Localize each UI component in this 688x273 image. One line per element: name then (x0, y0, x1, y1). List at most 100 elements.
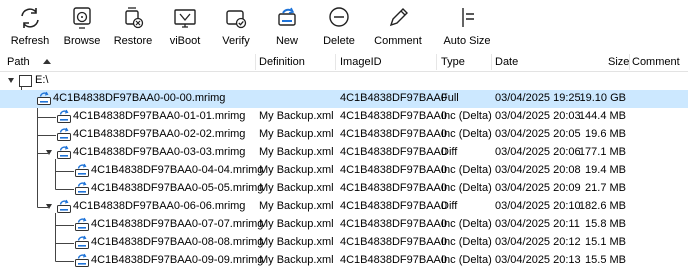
type-cell: Inc (Delta) (441, 164, 492, 176)
table-row[interactable]: 4C1B4838DF97BAA0-07-07.mrimg My Backup.xm… (0, 216, 688, 234)
image-file-icon (57, 199, 71, 213)
definition-cell: My Backup.xml (259, 236, 334, 248)
definition-cell: My Backup.xml (259, 200, 334, 212)
column-divider[interactable] (255, 54, 256, 70)
new-button[interactable]: New (267, 0, 307, 52)
browse-label: Browse (63, 35, 101, 47)
table-row[interactable]: 4C1B4838DF97BAA0-02-02.mrimg My Backup.xm… (0, 126, 688, 144)
table-row[interactable]: 4C1B4838DF97BAA0-05-05.mrimg My Backup.xm… (0, 180, 688, 198)
image-file-icon (75, 181, 89, 195)
imageid-cell: 4C1B4838DF97BAA0 (340, 146, 448, 158)
column-comment[interactable]: Comment (632, 56, 680, 68)
auto-size-label: Auto Size (443, 35, 491, 47)
column-definition[interactable]: Definition (259, 56, 305, 68)
table-row[interactable]: 4C1B4838DF97BAA0-01-01.mrimg My Backup.xm… (0, 108, 688, 126)
type-cell: Inc (Delta) (441, 182, 492, 194)
type-cell: Inc (Delta) (441, 110, 492, 122)
size-cell: 15.5 MB (585, 254, 626, 266)
expand-arrow-icon[interactable] (46, 150, 52, 155)
refresh-label: Refresh (10, 35, 50, 47)
image-file-icon (75, 253, 89, 267)
tree-row-root[interactable]: E:\ (0, 72, 688, 90)
file-name: 4C1B4838DF97BAA0-04-04.mrimg (91, 164, 264, 176)
size-cell: 21.7 MB (585, 182, 626, 194)
verify-icon (226, 10, 247, 29)
sort-ascending-icon (43, 59, 51, 64)
type-cell: Inc (Delta) (441, 128, 492, 140)
image-file-icon (37, 91, 51, 105)
file-name: 4C1B4838DF97BAA0-02-02.mrimg (73, 128, 246, 140)
delete-minus-icon (329, 7, 349, 27)
definition-cell: My Backup.xml (259, 254, 334, 266)
size-cell: 177.1 MB (578, 146, 626, 158)
table-row[interactable]: 4C1B4838DF97BAA0-08-08.mrimg My Backup.xm… (0, 234, 688, 252)
definition-cell: My Backup.xml (259, 218, 334, 230)
imageid-cell: 4C1B4838DF97BAA0 (340, 110, 448, 122)
imageid-cell: 4C1B4838DF97BAA0 (340, 254, 448, 266)
comment-button[interactable]: Comment (374, 0, 422, 52)
column-size[interactable]: Size (608, 56, 629, 68)
type-cell: Inc (Delta) (441, 254, 492, 266)
table-row[interactable]: 4C1B4838DF97BAA0-00-00.mrimg 4C1B4838DF97… (0, 90, 688, 108)
type-cell: Inc (Delta) (441, 218, 492, 230)
viboot-button[interactable]: viBoot (165, 0, 205, 52)
size-cell: 19.10 GB (579, 92, 626, 104)
restore-icon (125, 7, 144, 29)
refresh-button[interactable]: Refresh (10, 0, 50, 52)
column-divider[interactable] (491, 54, 492, 70)
image-file-icon (57, 145, 71, 159)
verify-button[interactable]: Verify (216, 0, 256, 52)
size-cell: 15.1 MB (585, 236, 626, 248)
restore-button[interactable]: Restore (112, 0, 154, 52)
column-date[interactable]: Date (495, 56, 518, 68)
column-divider[interactable] (436, 54, 437, 70)
drive-label: E:\ (35, 74, 49, 86)
size-cell: 182.6 MB (578, 200, 626, 212)
definition-cell: My Backup.xml (259, 128, 334, 140)
imageid-cell: 4C1B4838DF97BAA0 (340, 92, 448, 104)
image-file-icon (75, 235, 89, 249)
new-backup-icon (278, 7, 296, 26)
viboot-label: viBoot (169, 35, 201, 47)
type-cell: Diff (441, 200, 458, 212)
expand-arrow-icon[interactable] (46, 204, 52, 209)
size-cell: 15.8 MB (585, 218, 626, 230)
table-row[interactable]: 4C1B4838DF97BAA0-03-03.mrimg My Backup.xm… (0, 144, 688, 162)
definition-cell: My Backup.xml (259, 164, 334, 176)
browse-disk-icon (73, 7, 91, 29)
size-cell: 144.4 MB (578, 110, 626, 122)
file-name: 4C1B4838DF97BAA0-03-03.mrimg (73, 146, 246, 158)
imageid-cell: 4C1B4838DF97BAA0 (340, 164, 448, 176)
type-cell: Diff (441, 146, 458, 158)
imageid-cell: 4C1B4838DF97BAA0 (340, 200, 448, 212)
file-name: 4C1B4838DF97BAA0-01-01.mrimg (73, 110, 246, 122)
definition-cell: My Backup.xml (259, 146, 334, 158)
image-file-icon (75, 163, 89, 177)
browse-button[interactable]: Browse (62, 0, 102, 52)
column-type[interactable]: Type (441, 56, 465, 68)
drive-icon (19, 75, 32, 87)
file-name: 4C1B4838DF97BAA0-00-00.mrimg (53, 92, 226, 104)
column-imageid[interactable]: ImageID (340, 56, 382, 68)
column-divider[interactable] (629, 54, 630, 70)
imageid-cell: 4C1B4838DF97BAA0 (340, 218, 448, 230)
imageid-cell: 4C1B4838DF97BAA0 (340, 236, 448, 248)
new-label: New (275, 35, 299, 47)
expand-arrow-icon[interactable] (8, 78, 14, 83)
size-cell: 19.6 MB (585, 128, 626, 140)
table-row[interactable]: 4C1B4838DF97BAA0-09-09.mrimg My Backup.xm… (0, 252, 688, 270)
definition-cell: My Backup.xml (259, 182, 334, 194)
delete-button[interactable]: Delete (318, 0, 360, 52)
comment-label: Comment (374, 35, 422, 47)
definition-cell: My Backup.xml (259, 110, 334, 122)
column-path[interactable]: Path (7, 56, 30, 68)
file-name: 4C1B4838DF97BAA0-07-07.mrimg (91, 218, 264, 230)
verify-label: Verify (222, 35, 250, 47)
table-row[interactable]: 4C1B4838DF97BAA0-06-06.mrimg My Backup.xm… (0, 198, 688, 216)
restore-label: Restore (113, 35, 153, 47)
column-divider[interactable] (335, 54, 336, 70)
auto-size-button[interactable]: Auto Size (443, 0, 491, 52)
table-row[interactable]: 4C1B4838DF97BAA0-04-04.mrimg My Backup.xm… (0, 162, 688, 180)
image-file-icon (57, 127, 71, 141)
refresh-icon (21, 8, 39, 28)
